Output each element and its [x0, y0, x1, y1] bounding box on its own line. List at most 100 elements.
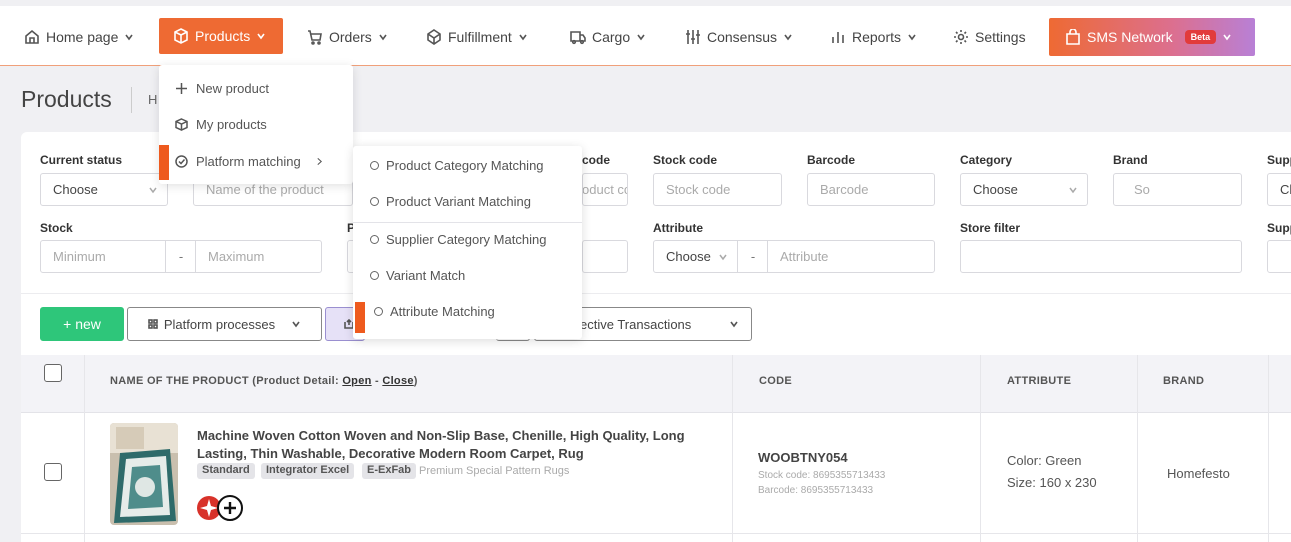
product-thumbnail[interactable] [110, 423, 178, 525]
nav-reports[interactable]: Reports [830, 18, 917, 55]
product-code: WOOBTNY054 [758, 450, 848, 465]
store-filter-input[interactable] [960, 240, 1242, 273]
stock-code-input[interactable]: Stock code [653, 173, 782, 206]
submenu-item-label: Variant Match [386, 268, 466, 283]
table-header: NAME OF THE PRODUCT (Product Detail: Ope… [21, 355, 1291, 413]
nav-consensus-label: Consensus [707, 28, 778, 45]
tag-note: Premium Special Pattern Rugs [419, 465, 570, 477]
sliders-icon [686, 29, 700, 44]
column-separator [980, 355, 981, 542]
brand-label: Brand [1113, 153, 1148, 167]
supplier-select[interactable]: Ch [1267, 173, 1291, 206]
submenu-product-variant-matching[interactable]: Product Variant Matching [370, 194, 531, 209]
category-label: Category [960, 153, 1013, 167]
nav-cargo-label: Cargo [592, 28, 631, 45]
code-label: code [582, 153, 611, 167]
brand-input[interactable]: So [1113, 173, 1242, 206]
name-column-header: NAME OF THE PRODUCT (Product Detail: Ope… [110, 375, 418, 387]
chevron-down-icon [292, 321, 300, 328]
chevron-down-icon [379, 34, 387, 40]
nav-home[interactable]: Home page [24, 18, 134, 55]
row-checkbox[interactable] [44, 463, 62, 481]
submenu-attribute-matching[interactable]: Attribute Matching [374, 304, 495, 319]
circle-icon [370, 271, 379, 280]
plus-icon [176, 83, 187, 94]
attribute-column-header: ATTRIBUTE [1007, 375, 1072, 387]
nav-reports-label: Reports [852, 28, 902, 45]
select-all-checkbox[interactable] [44, 364, 62, 382]
nav-fulfillment[interactable]: Fulfillment [426, 18, 528, 55]
circle-icon [374, 307, 383, 316]
product-name[interactable]: Machine Woven Cotton Woven and Non-Slip … [197, 427, 697, 463]
column-separator [1137, 355, 1138, 542]
chevron-down-icon [257, 33, 265, 40]
attribute-size: Size: 160 x 230 [1007, 475, 1097, 490]
page-title: Products [21, 86, 112, 112]
attribute-separator: - [738, 240, 768, 273]
cube-icon [427, 28, 441, 45]
code-input[interactable]: Product cc [582, 173, 628, 206]
chevron-down-icon [730, 321, 738, 328]
tag-standard: Standard [197, 463, 255, 479]
grid-icon [148, 319, 158, 329]
open-link[interactable]: Open [342, 375, 371, 387]
code-column-header: CODE [759, 375, 792, 387]
attribute-input[interactable]: Attribute [767, 240, 935, 273]
nav-settings[interactable]: Settings [953, 18, 1026, 55]
menu-my-products[interactable]: My products [175, 117, 267, 132]
nav-products[interactable]: Products [159, 18, 283, 54]
attribute-select[interactable]: Choose [653, 240, 738, 273]
tag-e-exfab: E-ExFab [362, 463, 417, 479]
nav-consensus[interactable]: Consensus [685, 18, 793, 55]
category-value: Choose [973, 182, 1018, 197]
submenu-product-category-matching[interactable]: Product Category Matching [370, 158, 544, 173]
submenu-variant-match[interactable]: Variant Match [370, 268, 465, 283]
attribute-value: Choose [666, 249, 711, 264]
new-button[interactable]: + new [40, 307, 124, 341]
column-separator [84, 355, 85, 542]
menu-new-product-label: New product [196, 81, 269, 96]
chevron-down-icon [1069, 187, 1077, 193]
header-suffix: ) [413, 375, 418, 387]
divider [21, 293, 1291, 294]
stock-min-input[interactable]: Minimum [40, 240, 166, 273]
platform-processes-label: Platform processes [163, 316, 276, 332]
chevron-down-icon [125, 34, 134, 40]
menu-new-product[interactable]: New product [175, 81, 269, 96]
barcode-input[interactable]: Barcode [807, 173, 935, 206]
barcode-label: Barcode [807, 153, 856, 167]
rug-image [110, 423, 178, 525]
circle-icon [370, 235, 379, 244]
submenu-divider [353, 222, 582, 223]
box-icon [175, 118, 188, 131]
submenu-supplier-category-matching[interactable]: Supplier Category Matching [370, 232, 546, 247]
platform-matching-submenu: Product Category Matching Product Varian… [353, 146, 582, 339]
supplier2-input[interactable] [1267, 240, 1291, 273]
submenu-item-label: Attribute Matching [390, 304, 495, 319]
nav-orders[interactable]: Orders [307, 18, 388, 55]
stock-range-separator: - [166, 240, 196, 273]
name-header-text: NAME OF THE PRODUCT (Product Detail: [110, 375, 343, 387]
nav-sms-network[interactable]: SMS Network Beta [1049, 18, 1255, 56]
chevron-down-icon [784, 34, 792, 40]
current-status-select[interactable]: Choose [40, 173, 168, 206]
breadcrumb[interactable]: H [148, 92, 157, 107]
stock-max-input[interactable]: Maximum [195, 240, 322, 273]
current-status-value: Choose [53, 182, 98, 197]
category-select[interactable]: Choose [960, 173, 1088, 206]
chevron-right-icon [317, 157, 322, 166]
nav-home-label: Home page [46, 28, 119, 45]
active-item-indicator [159, 145, 169, 180]
platform-processes-button[interactable]: Platform processes [127, 307, 322, 341]
brand-value: Homefesto [1167, 466, 1230, 481]
circle-icon [370, 161, 379, 170]
menu-platform-matching[interactable]: Platform matching [175, 154, 324, 169]
stock-code-value: Stock code: 8695355713433 [758, 470, 886, 481]
price-max-input[interactable] [582, 240, 628, 273]
nav-cargo[interactable]: Cargo [570, 18, 646, 55]
tag-integrator-excel: Integrator Excel [261, 463, 355, 479]
chevron-down-icon [1223, 34, 1231, 41]
home-icon [25, 29, 39, 44]
close-link[interactable]: Close [382, 375, 413, 387]
current-status-label: Current status [40, 153, 123, 167]
